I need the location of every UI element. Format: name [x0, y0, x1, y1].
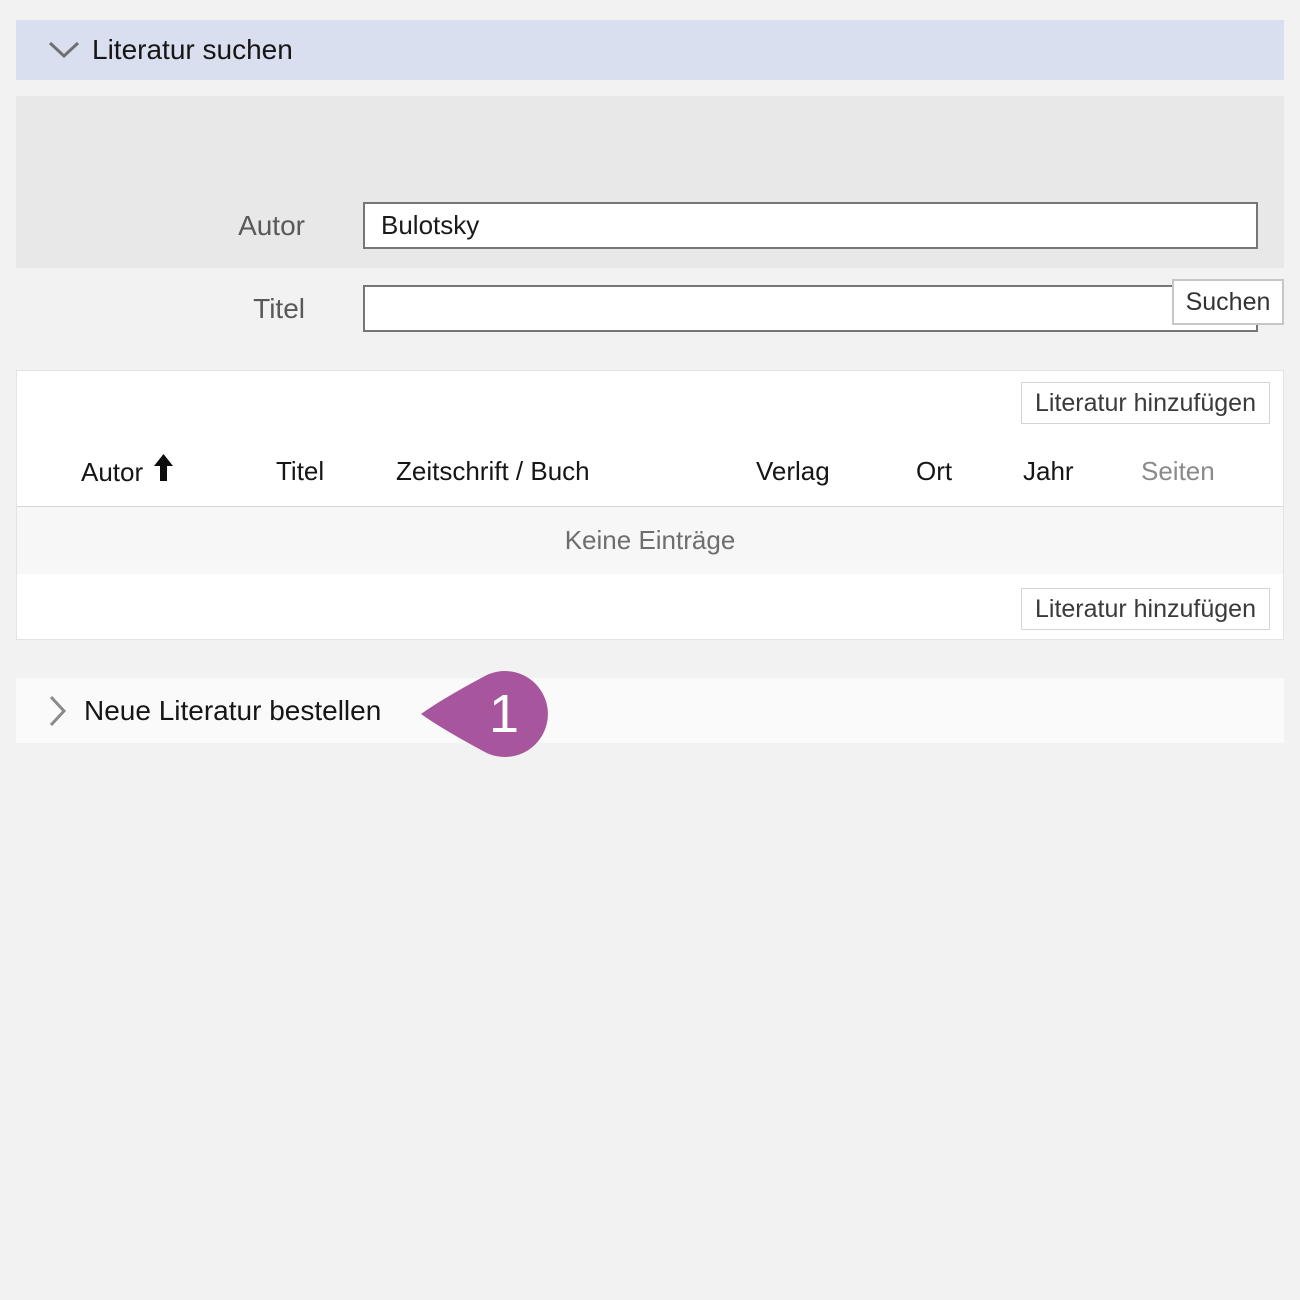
autor-input[interactable]: [363, 202, 1258, 249]
column-header-verlag[interactable]: Verlag: [756, 454, 830, 488]
autor-label: Autor: [16, 202, 305, 249]
column-header-autor[interactable]: Autor: [81, 454, 174, 489]
titel-label: Titel: [16, 285, 305, 332]
annotation-step-number: 1: [489, 684, 519, 744]
column-header-zeitschrift-buch[interactable]: Zeitschrift / Buch: [396, 454, 590, 488]
annotation-teardrop-shape: [421, 671, 548, 757]
column-header-ort[interactable]: Ort: [916, 454, 952, 488]
column-header-jahr[interactable]: Jahr: [1023, 454, 1074, 488]
empty-table-row: Keine Einträge: [17, 507, 1283, 574]
literatur-hinzufuegen-button-bottom[interactable]: Literatur hinzufügen: [1021, 588, 1270, 630]
results-table: Literatur hinzufügen Autor Titel Zeitsch…: [16, 370, 1284, 640]
section-header-neue-literatur-bestellen[interactable]: Neue Literatur bestellen: [16, 678, 1284, 743]
column-header-titel[interactable]: Titel: [276, 454, 324, 488]
chevron-down-icon: [48, 41, 80, 59]
section-header-literatur-suchen[interactable]: Literatur suchen: [16, 20, 1284, 80]
titel-input[interactable]: [363, 285, 1258, 332]
chevron-right-icon: [49, 695, 67, 727]
column-header-autor-label: Autor: [81, 455, 143, 489]
table-header-row: Autor Titel Zeitschrift / Buch Verlag Or…: [17, 454, 1283, 488]
section-title-literatur-suchen: Literatur suchen: [92, 34, 293, 66]
suchen-button[interactable]: Suchen: [1172, 279, 1284, 325]
section-title-neue-literatur-bestellen: Neue Literatur bestellen: [84, 695, 381, 727]
literature-search-form: Autor Titel: [16, 96, 1284, 268]
annotation-step-balloon: 1: [420, 670, 550, 758]
empty-table-message: Keine Einträge: [565, 525, 736, 555]
column-header-seiten[interactable]: Seiten: [1141, 454, 1215, 488]
sort-ascending-arrow-icon: [153, 454, 174, 489]
literatur-hinzufuegen-button-top[interactable]: Literatur hinzufügen: [1021, 382, 1270, 424]
